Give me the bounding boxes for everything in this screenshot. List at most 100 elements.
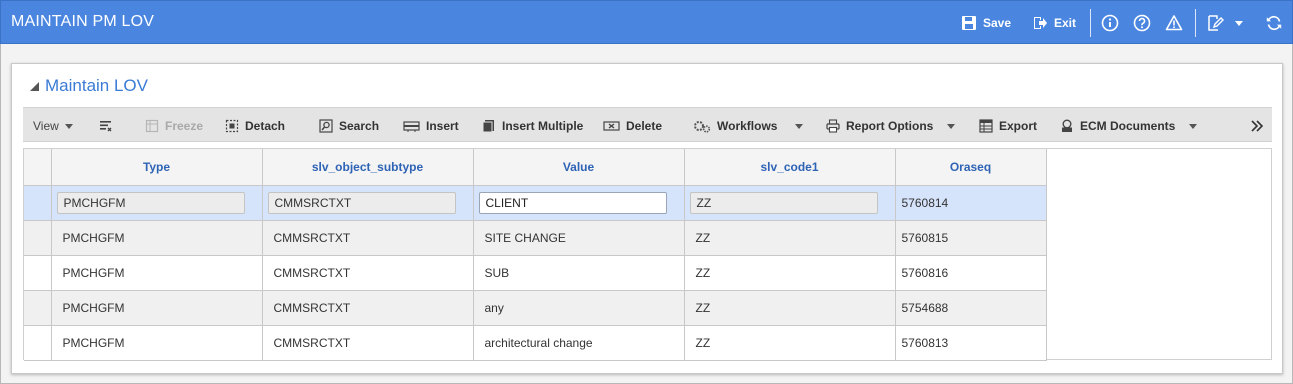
table-row[interactable]: PMCHGFM CMMSRCTXT SUB ZZ 5760816 [24, 255, 1047, 291]
oraseq-cell[interactable]: 5754688 [895, 290, 1047, 326]
insert-icon [403, 121, 420, 132]
value-cell[interactable]: CLIENT [473, 185, 685, 221]
type-cell[interactable]: PMCHGFM [51, 290, 263, 326]
value-input[interactable]: CLIENT [478, 191, 667, 214]
delete-label: Delete [626, 119, 663, 133]
workflows-label: Workflows [717, 119, 778, 133]
type-cell[interactable]: PMCHGFM [51, 255, 263, 291]
save-button[interactable]: Save [961, 13, 1011, 33]
chevron-down-icon[interactable] [1233, 14, 1245, 32]
code1-cell[interactable]: ZZ [684, 325, 896, 361]
info-icon[interactable] [1101, 14, 1119, 32]
lov-table: Type slv_object_subtype Value slv_code1 … [24, 149, 1047, 361]
warning-icon[interactable] [1165, 14, 1183, 32]
table-row[interactable]: PMCHGFM CMMSRCTXT SITE CHANGE ZZ 5760815 [24, 220, 1047, 256]
column-settings-button[interactable] [99, 118, 113, 134]
value-cell[interactable]: architectural change [473, 325, 685, 361]
code1-cell[interactable]: ZZ [684, 255, 896, 291]
type-field: PMCHGFM [56, 191, 245, 214]
view-menu-button[interactable]: View [33, 118, 73, 134]
row-selector[interactable] [24, 325, 52, 361]
oraseq-cell[interactable]: 5760816 [895, 255, 1047, 291]
type-cell[interactable]: PMCHGFM [51, 325, 263, 361]
column-header-oraseq[interactable]: Oraseq [895, 149, 1047, 186]
export-button[interactable]: Export [979, 118, 1037, 134]
insert-button[interactable]: Insert [403, 118, 459, 134]
detach-icon [225, 119, 239, 133]
row-selector[interactable] [24, 185, 52, 221]
panel-title[interactable]: Maintain LOV [30, 76, 148, 96]
content-area: Maintain LOV View Freeze Detach Search I… [0, 44, 1293, 384]
oraseq-cell[interactable]: 5760813 [895, 325, 1047, 361]
exit-button[interactable]: Exit [1032, 13, 1076, 33]
export-icon [979, 119, 993, 133]
column-settings-icon [100, 121, 112, 132]
exit-icon [1034, 17, 1047, 29]
freeze-icon [145, 119, 159, 133]
code1-cell[interactable]: ZZ [684, 290, 896, 326]
workflows-button[interactable]: Workflows [693, 118, 777, 134]
code1-cell: ZZ [684, 185, 896, 221]
search-button[interactable]: Search [319, 118, 379, 134]
row-selector[interactable] [24, 220, 52, 256]
table-row[interactable]: PMCHGFM CMMSRCTXT architectural change Z… [24, 325, 1047, 361]
subtype-cell[interactable]: CMMSRCTXT [262, 325, 474, 361]
header-divider [1090, 9, 1091, 37]
workflows-dropdown-icon[interactable] [795, 124, 803, 129]
ecm-documents-dropdown-icon[interactable] [1189, 124, 1197, 129]
more-options-icon[interactable] [1250, 119, 1264, 133]
app-title: MAINTAIN PM LOV [11, 13, 155, 30]
subtype-cell[interactable]: CMMSRCTXT [262, 220, 474, 256]
refresh-icon[interactable] [1265, 14, 1283, 32]
insert-label: Insert [426, 119, 459, 133]
exit-label: Exit [1054, 16, 1077, 30]
ecm-documents-icon [1062, 119, 1072, 132]
report-options-dropdown-icon[interactable] [947, 124, 955, 129]
maintain-lov-panel: Maintain LOV View Freeze Detach Search I… [11, 63, 1283, 374]
value-cell[interactable]: SITE CHANGE [473, 220, 685, 256]
subtype-cell[interactable]: CMMSRCTXT [262, 290, 474, 326]
row-selector-header [24, 149, 52, 186]
save-label: Save [983, 16, 1012, 30]
column-header-slv-object-subtype[interactable]: slv_object_subtype [262, 149, 474, 186]
subtype-cell[interactable]: CMMSRCTXT [262, 255, 474, 291]
panel-title-label: Maintain LOV [45, 76, 148, 95]
report-options-button[interactable]: Report Options [826, 118, 933, 134]
edit-notes-icon[interactable] [1206, 14, 1224, 32]
freeze-label: Freeze [165, 119, 204, 133]
search-icon [319, 119, 333, 133]
printer-icon [826, 119, 840, 133]
oraseq-cell[interactable]: 5760815 [895, 220, 1047, 256]
row-selector[interactable] [24, 255, 52, 291]
column-header-value[interactable]: Value [473, 149, 685, 186]
help-icon[interactable] [1133, 14, 1151, 32]
search-label: Search [339, 119, 380, 133]
oraseq-cell: 5760814 [895, 185, 1047, 221]
table-row[interactable]: PMCHGFM CMMSRCTXT CLIENT ZZ 5760814 [24, 185, 1047, 221]
ecm-documents-label: ECM Documents [1080, 119, 1176, 133]
report-options-label: Report Options [846, 119, 934, 133]
collapse-caret-icon[interactable] [30, 81, 39, 91]
column-header-slv-code1[interactable]: slv_code1 [684, 149, 896, 186]
workflows-icon [694, 121, 711, 133]
row-selector[interactable] [24, 290, 52, 326]
ecm-documents-button[interactable]: ECM Documents [1060, 118, 1175, 134]
column-header-type[interactable]: Type [51, 149, 263, 186]
delete-button[interactable]: Delete [603, 118, 662, 134]
type-cell: PMCHGFM [51, 185, 263, 221]
insert-multiple-label: Insert Multiple [502, 119, 584, 133]
table-row[interactable]: PMCHGFM CMMSRCTXT any ZZ 5754688 [24, 290, 1047, 326]
subtype-cell: CMMSRCTXT [262, 185, 474, 221]
type-cell[interactable]: PMCHGFM [51, 220, 263, 256]
code1-field: ZZ [689, 191, 878, 214]
detach-button[interactable]: Detach [225, 118, 285, 134]
insert-multiple-button[interactable]: Insert Multiple [482, 118, 583, 134]
value-cell[interactable]: SUB [473, 255, 685, 291]
code1-cell[interactable]: ZZ [684, 220, 896, 256]
view-label: View [33, 119, 59, 133]
freeze-button[interactable]: Freeze [145, 118, 203, 134]
lov-data-grid: Type slv_object_subtype Value slv_code1 … [23, 148, 1272, 361]
value-cell[interactable]: any [473, 290, 685, 326]
export-label: Export [999, 119, 1038, 133]
app-header: MAINTAIN PM LOV Save Exit [0, 0, 1293, 44]
